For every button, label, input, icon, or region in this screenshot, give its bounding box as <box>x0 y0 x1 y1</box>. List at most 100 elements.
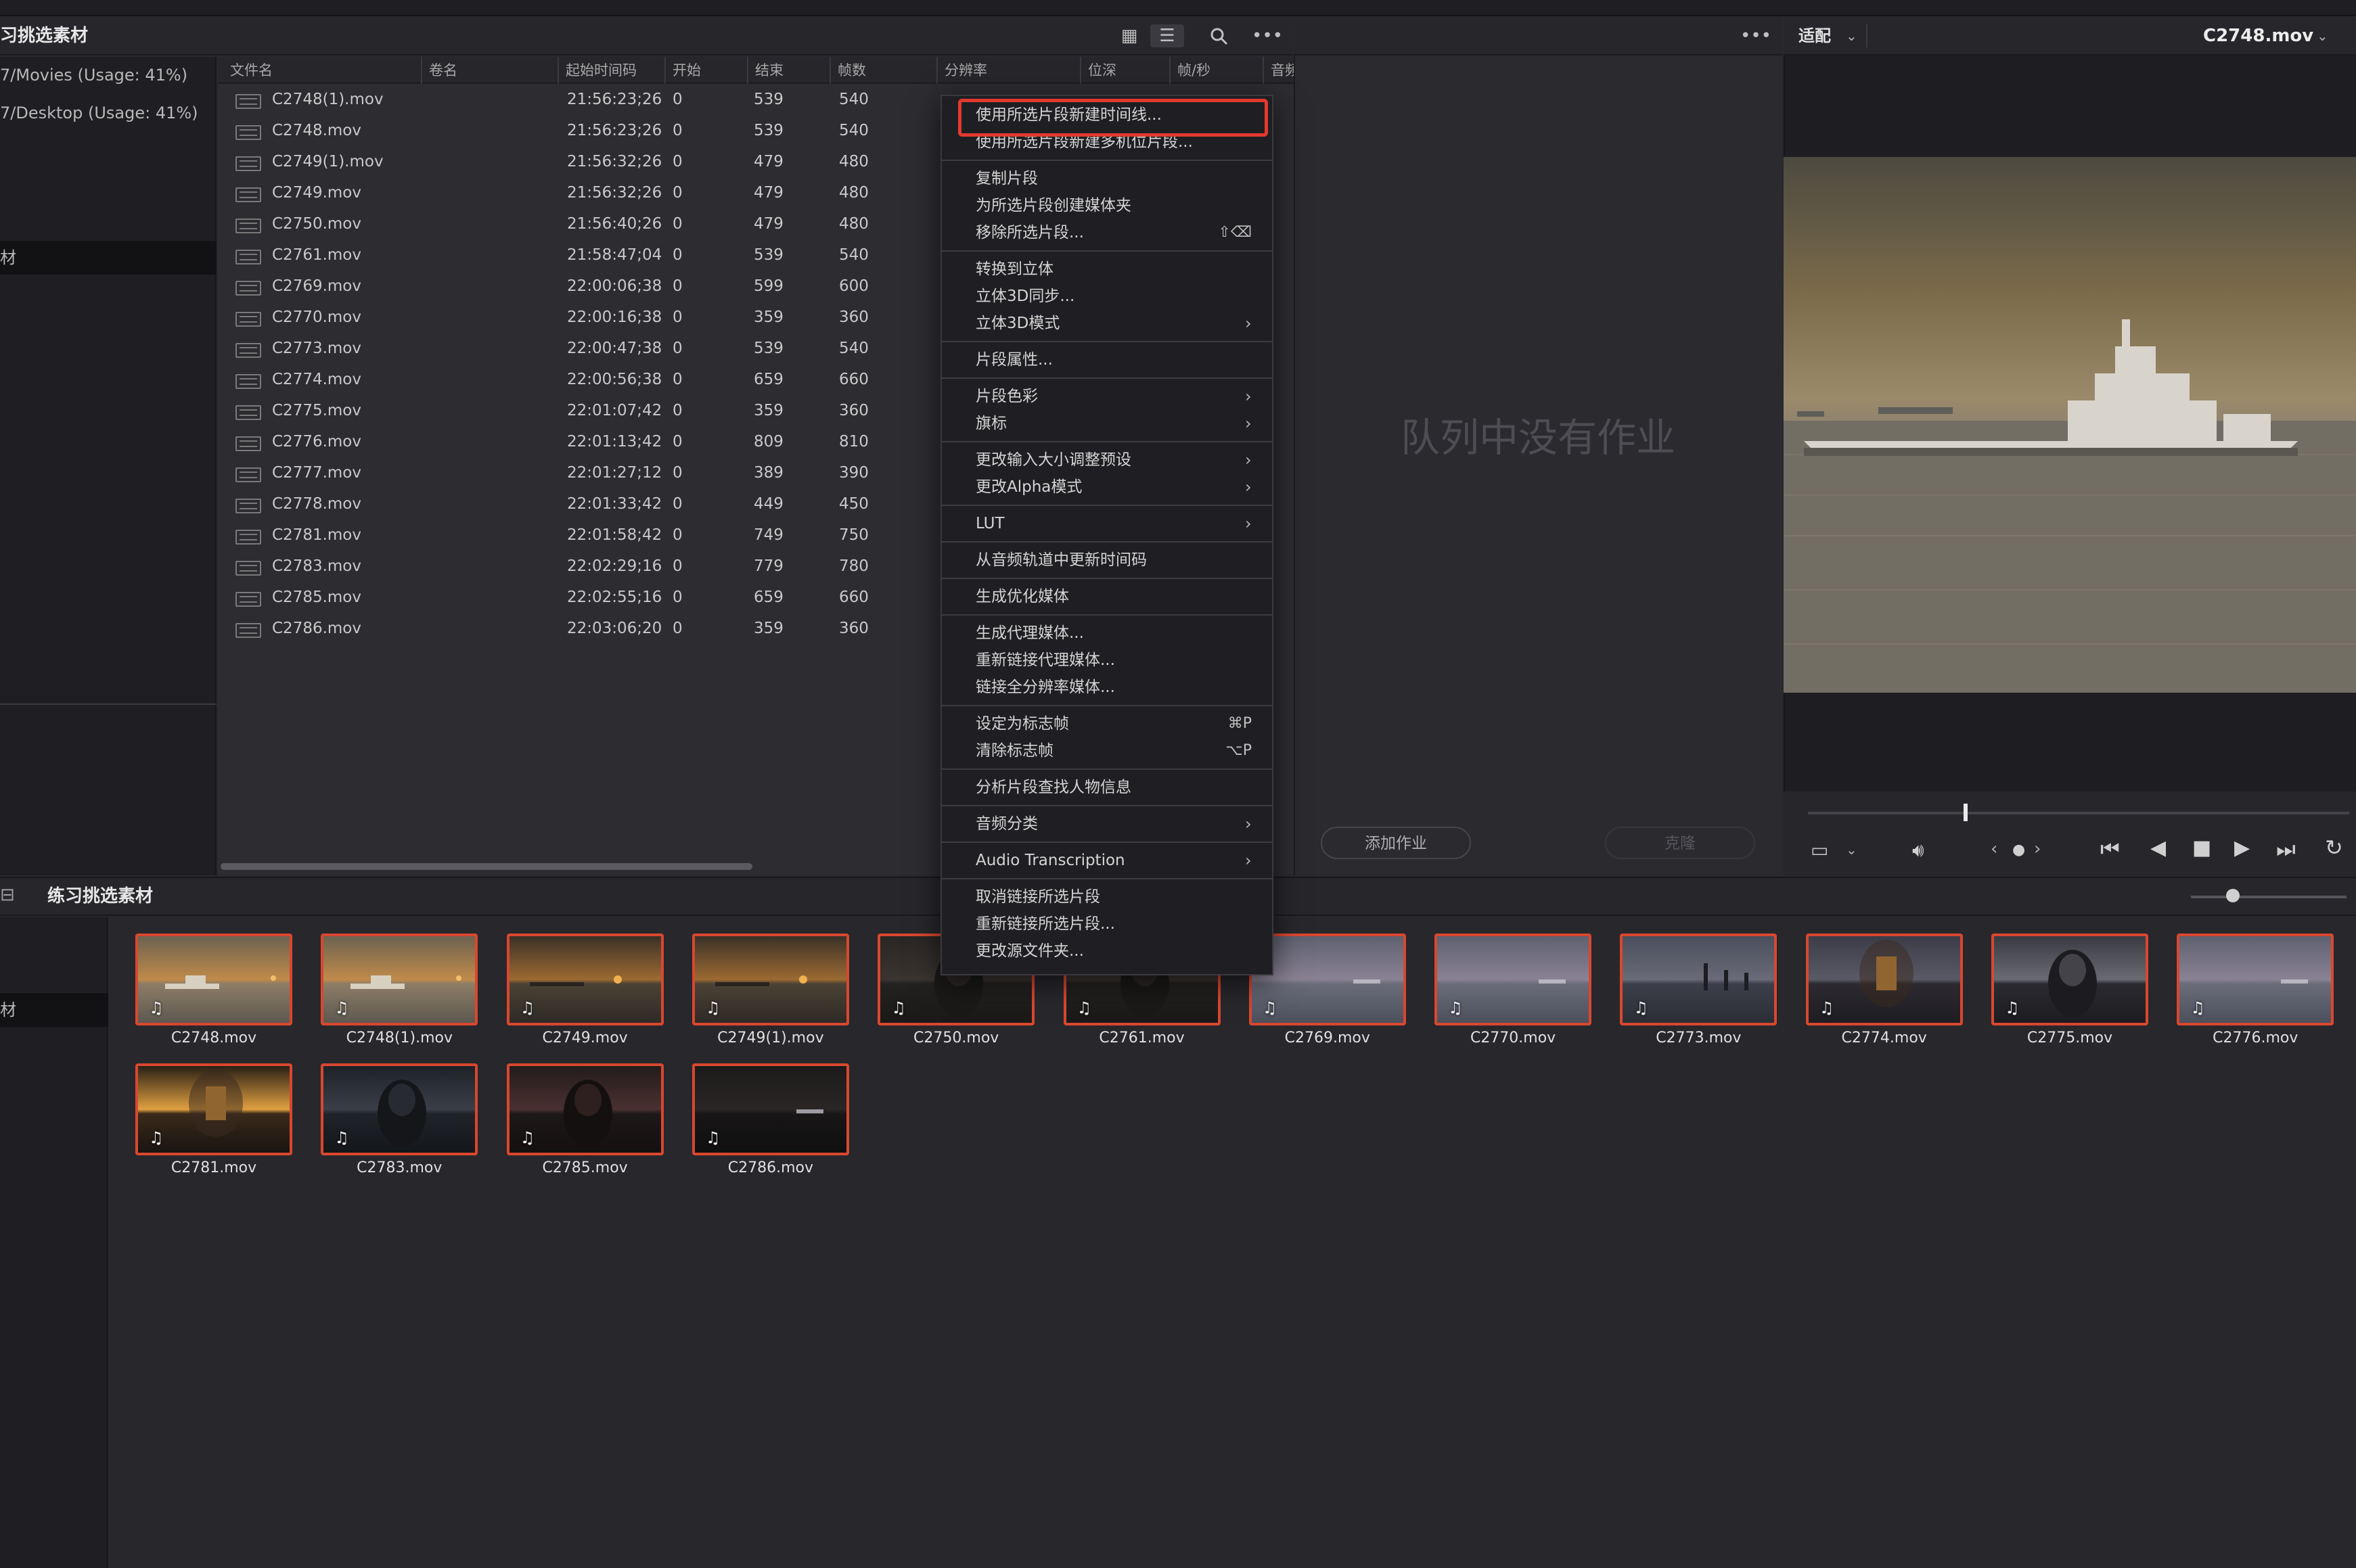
menu-item[interactable]: 重新链接代理媒体... <box>976 647 1260 674</box>
search-icon[interactable] <box>1202 24 1236 47</box>
column-header-audio[interactable]: 音频 <box>1263 57 1294 84</box>
thumbnail-size-slider[interactable] <box>2191 896 2347 898</box>
sidebar-item-movies[interactable]: 7/Movies (Usage: 41%) <box>0 58 217 92</box>
cell-name: C2761.mov <box>272 246 361 264</box>
menu-item[interactable]: 链接全分辨率媒体... <box>976 674 1260 701</box>
chevron-down-icon[interactable]: ⌄ <box>1846 16 1857 55</box>
column-header-start-tc[interactable]: 起始时间码 <box>558 57 663 84</box>
menu-separator <box>942 878 1272 879</box>
scrub-bar[interactable] <box>1808 812 2349 814</box>
cell-frames: 780 <box>839 557 869 575</box>
column-header-resolution[interactable]: 分辨率 <box>936 57 1079 84</box>
column-header-bit-depth[interactable]: 位深 <box>1080 57 1168 84</box>
cell-end: 599 <box>754 277 784 295</box>
column-header-fps[interactable]: 帧/秒 <box>1169 57 1261 84</box>
marker-dot-icon[interactable]: ● <box>2012 841 2025 858</box>
go-to-end-icon[interactable]: ⏭︎ <box>2276 836 2296 862</box>
menu-item[interactable]: 更改输入大小调整预设 <box>976 446 1260 474</box>
play-icon[interactable]: ▶ <box>2234 836 2250 860</box>
fit-zoom-label[interactable]: 适配 <box>1798 16 1831 55</box>
clip-thumbnail[interactable]: ♫ <box>2177 933 2334 1025</box>
volume-icon[interactable]: 🔊︎ <box>1912 839 1924 862</box>
thumbnail-view-icon[interactable]: ▦ <box>1112 24 1146 47</box>
cell-start: 0 <box>673 122 683 139</box>
cell-tc: 22:01:07;42 <box>567 402 662 419</box>
column-header-filename[interactable]: 文件名 <box>223 57 420 84</box>
clone-button[interactable]: 克隆 <box>1605 827 1755 859</box>
menu-item[interactable]: LUT <box>976 510 1260 537</box>
clip-thumbnail[interactable]: ♫ <box>1805 933 1963 1025</box>
column-header-start[interactable]: 开始 <box>664 57 746 84</box>
clip-thumbnail[interactable]: ♫ <box>321 1063 478 1155</box>
more-options-icon[interactable]: ••• <box>1250 24 1284 47</box>
menu-item[interactable]: 复制片段 <box>976 165 1260 192</box>
go-to-start-icon[interactable]: ⏮︎ <box>2100 836 2120 862</box>
scrollbar-thumb[interactable] <box>221 863 752 870</box>
view-chevron-icon[interactable]: ⌄ <box>1846 841 1857 858</box>
menu-item[interactable]: 重新链接所选片段... <box>976 910 1260 938</box>
stop-icon[interactable]: ■ <box>2192 836 2211 860</box>
menu-item[interactable]: 片段属性... <box>976 346 1260 373</box>
clip-thumbnail[interactable]: ♫ <box>1991 933 2148 1025</box>
menu-item[interactable]: 从音频轨道中更新时间码 <box>976 547 1260 574</box>
menu-item[interactable]: 为所选片段创建媒体夹 <box>976 192 1260 219</box>
submenu-arrow-icon: › <box>1245 414 1252 433</box>
sidebar-item-desktop[interactable]: 7/Desktop (Usage: 41%) <box>0 96 217 130</box>
reverse-play-icon[interactable]: ◀ <box>2150 836 2166 860</box>
clip-thumbnail[interactable]: ♫ <box>506 933 664 1025</box>
column-header-end[interactable]: 结束 <box>747 57 828 84</box>
clip-icon <box>235 374 261 389</box>
cell-frames: 360 <box>839 308 869 326</box>
cell-start: 0 <box>673 620 683 637</box>
prev-marker-icon[interactable]: ‹ <box>1991 839 1997 859</box>
loop-icon[interactable]: ↻ <box>2325 835 2343 860</box>
viewer-controls <box>1784 791 2356 875</box>
cell-frames: 600 <box>839 277 869 295</box>
menu-item[interactable]: 生成代理媒体... <box>976 620 1260 647</box>
column-header-frames[interactable]: 帧数 <box>830 57 935 84</box>
menu-item[interactable]: 转换到立体 <box>976 256 1260 283</box>
cell-name: C2749.mov <box>272 184 361 202</box>
sidebar-item-bin[interactable]: 材 <box>0 241 217 275</box>
clip-dropdown-chevron-icon[interactable]: ⌄ <box>2317 16 2328 55</box>
menu-item[interactable]: 音频分类 <box>976 810 1260 837</box>
list-view-icon[interactable]: ☰ <box>1150 24 1184 47</box>
menu-item[interactable]: 生成优化媒体 <box>976 583 1260 610</box>
menu-item[interactable]: 立体3D模式 <box>976 310 1260 337</box>
clip-thumbnail[interactable]: ♫ <box>506 1063 664 1155</box>
cell-tc: 22:03:06;20 <box>567 620 662 637</box>
next-marker-icon[interactable]: › <box>2034 839 2041 859</box>
cell-end: 479 <box>754 153 784 170</box>
menu-item[interactable]: 分析片段查找人物信息 <box>976 774 1260 801</box>
clip-thumbnail[interactable]: ♫ <box>692 1063 849 1155</box>
bin-sidebar-item[interactable]: 材 <box>0 993 108 1027</box>
cell-tc: 22:01:27;12 <box>567 464 662 482</box>
add-job-button[interactable]: 添加作业 <box>1321 827 1471 859</box>
playhead[interactable] <box>1964 804 1968 821</box>
clip-thumbnail[interactable]: ♫ <box>692 933 849 1025</box>
audio-note-icon: ♫ <box>705 998 721 1017</box>
clip-thumbnail[interactable]: ♫ <box>1434 933 1592 1025</box>
menu-item[interactable]: Audio Transcription <box>976 847 1260 874</box>
slider-handle[interactable] <box>2226 889 2240 902</box>
menu-separator <box>942 705 1272 706</box>
queue-more-icon[interactable]: ••• <box>1739 24 1773 47</box>
menu-item[interactable]: 更改源文件夹... <box>976 938 1260 965</box>
menu-item[interactable]: 立体3D同步... <box>976 283 1260 310</box>
clip-thumbnail[interactable]: ♫ <box>135 933 292 1025</box>
cell-tc: 22:00:56;38 <box>567 371 662 388</box>
menu-item[interactable]: 片段色彩 <box>976 383 1260 410</box>
clip-view-icon[interactable]: ▭ <box>1811 839 1828 861</box>
menu-item[interactable]: 旗标 <box>976 410 1260 437</box>
audio-note-icon: ♫ <box>2190 998 2205 1017</box>
bin-list-icon[interactable]: ⊟ <box>0 885 15 905</box>
cell-start: 0 <box>673 526 683 544</box>
menu-item[interactable]: 取消链接所选片段 <box>976 883 1260 910</box>
clip-thumbnail[interactable]: ♫ <box>135 1063 292 1155</box>
menu-item[interactable]: 更改Alpha模式 <box>976 474 1260 501</box>
column-header-reel[interactable]: 卷名 <box>421 57 556 84</box>
thumbnail-label: C2774.mov <box>1841 1030 1927 1046</box>
viewer-clip-name[interactable]: C2748.mov <box>2203 16 2313 55</box>
clip-thumbnail[interactable]: ♫ <box>1620 933 1777 1025</box>
clip-thumbnail[interactable]: ♫ <box>321 933 478 1025</box>
